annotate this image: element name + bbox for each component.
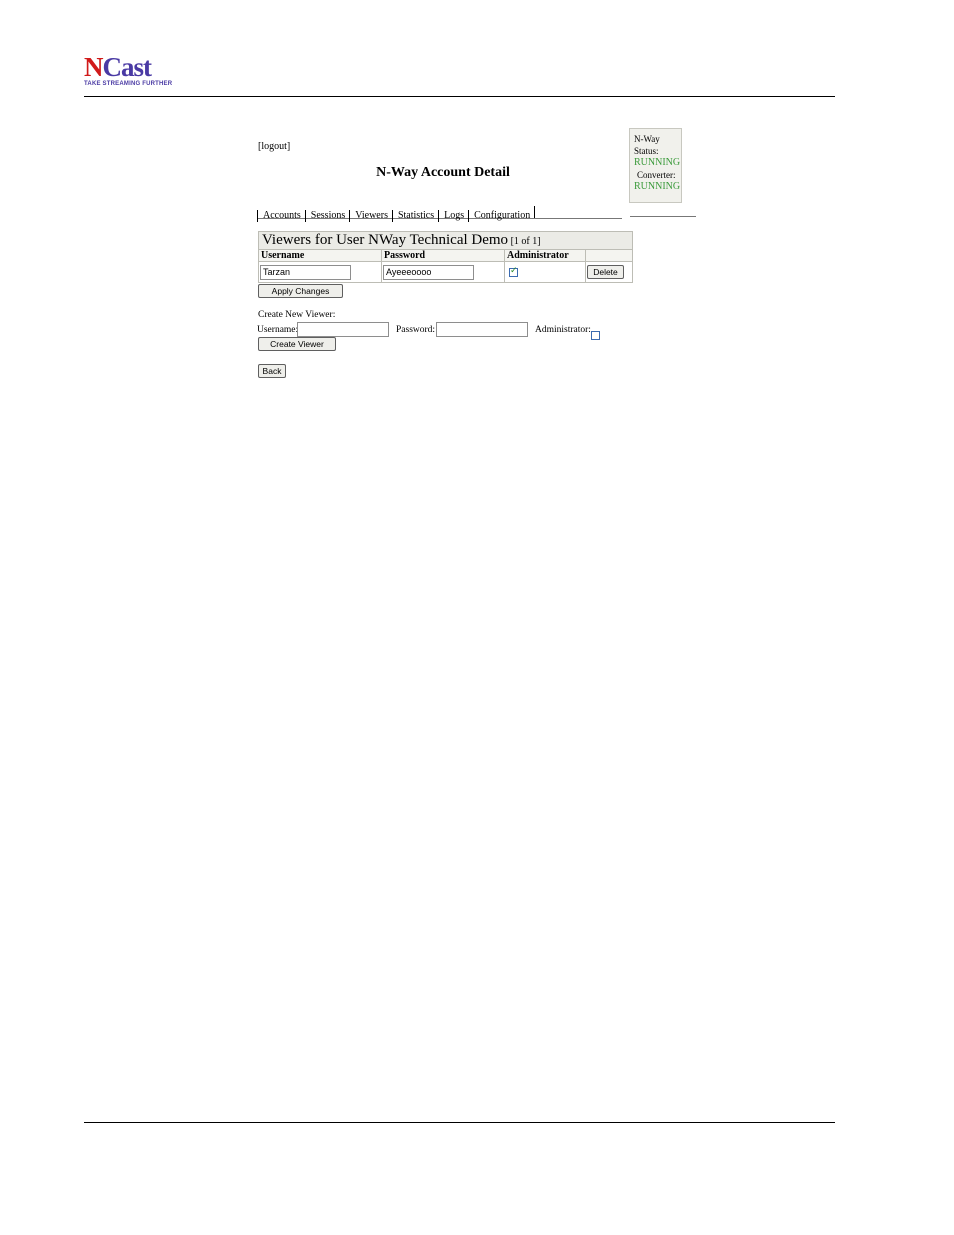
viewer-username-input[interactable]: Tarzan	[260, 264, 351, 280]
apply-changes-button[interactable]: Apply Changes	[258, 284, 343, 298]
column-header-username: Username	[258, 249, 382, 262]
new-password-input[interactable]	[436, 322, 528, 337]
new-username-label: Username:	[257, 325, 299, 335]
new-administrator-checkbox[interactable]	[591, 330, 600, 340]
tab-logs[interactable]: Logs	[438, 210, 468, 222]
tab-accounts[interactable]: Accounts	[257, 210, 305, 222]
delete-viewer-button[interactable]: Delete	[587, 265, 624, 279]
ncast-logo: NCast TAKE STREAMING FURTHER	[84, 52, 172, 90]
tab-separator	[534, 206, 536, 218]
create-viewer-button[interactable]: Create Viewer	[258, 337, 336, 351]
viewers-table: Viewers for User NWay Technical Demo [1 …	[258, 231, 633, 283]
logo-cast: Cast	[102, 52, 152, 82]
logo-n: N	[84, 52, 103, 82]
tab-viewers[interactable]: Viewers	[349, 210, 392, 222]
page-title: N-Way Account Detail	[376, 165, 510, 180]
status-divider	[630, 216, 696, 217]
viewers-table-title: Viewers for User NWay Technical Demo	[262, 232, 509, 248]
table-row: Tarzan Ayeeeoooo Delete	[258, 261, 633, 283]
column-header-password: Password	[381, 249, 505, 262]
nway-status-value: RUNNING	[634, 157, 681, 168]
viewer-password-input[interactable]: Ayeeeoooo	[383, 264, 474, 280]
column-header-administrator: Administrator	[504, 249, 586, 262]
viewers-table-count: [1 of 1]	[510, 236, 541, 247]
tab-configuration[interactable]: Configuration	[468, 210, 534, 222]
new-administrator-label: Administrator:	[535, 325, 591, 335]
converter-status-value: RUNNING	[634, 181, 681, 192]
viewers-table-title-cell: Viewers for User NWay Technical Demo [1 …	[258, 231, 633, 250]
create-viewer-heading: Create New Viewer:	[258, 310, 336, 320]
converter-label: Converter:	[637, 170, 676, 180]
viewer-administrator-checkbox[interactable]	[509, 266, 518, 277]
footer-divider	[84, 1122, 835, 1123]
tab-statistics[interactable]: Statistics	[391, 210, 438, 222]
back-button[interactable]: Back	[258, 364, 286, 378]
header-divider	[84, 96, 835, 97]
status-label: Status:	[634, 146, 659, 156]
column-header-actions	[585, 249, 633, 262]
tab-sessions[interactable]: Sessions	[304, 210, 349, 222]
status-panel: N-Way Status: RUNNING Converter: RUNNING	[629, 128, 682, 203]
new-username-input[interactable]	[297, 322, 389, 337]
nav-tabs: Accounts Sessions Viewers Statistics Logs Con…	[257, 206, 622, 222]
logout-link[interactable]: [logout]	[258, 141, 290, 152]
new-password-label: Password:	[396, 325, 436, 335]
logo-tagline: TAKE STREAMING FURTHER	[84, 81, 173, 87]
nway-label: N-Way	[634, 134, 660, 144]
